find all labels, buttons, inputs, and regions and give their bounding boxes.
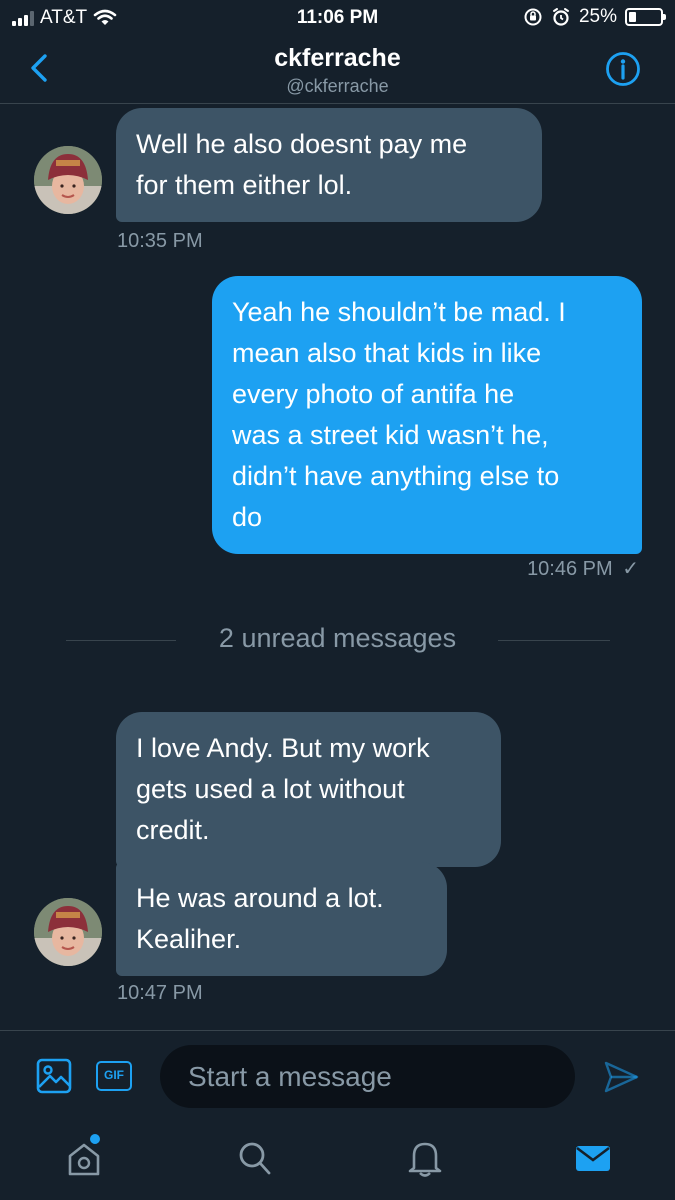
conversation-handle: @ckferrache xyxy=(286,76,389,96)
avatar-photo xyxy=(34,898,102,966)
message-text: every photo of antifa he xyxy=(232,379,515,409)
message-text: for them either lol. xyxy=(136,170,353,200)
avatar[interactable] xyxy=(34,146,102,214)
battery-icon xyxy=(625,8,666,26)
message-text: Kealiher. xyxy=(136,924,242,954)
message-text: Yeah he shouldn’t be mad. I xyxy=(232,297,566,327)
home-icon[interactable] xyxy=(64,1137,104,1179)
message-text: do xyxy=(232,502,263,532)
avatar-photo xyxy=(34,146,102,214)
avatar[interactable] xyxy=(34,898,102,966)
message-text: was a street kid wasn’t he, xyxy=(232,420,549,450)
message-input[interactable] xyxy=(160,1045,575,1108)
message-bubble-incoming[interactable]: He was around a lot. Kealiher. xyxy=(116,862,447,976)
send-icon[interactable] xyxy=(602,1058,640,1096)
unread-divider-right xyxy=(498,640,610,641)
message-timestamp: 10:46 PM ✓ xyxy=(527,556,639,581)
battery-percent: 25% xyxy=(578,6,617,27)
tab-bar xyxy=(0,1125,675,1200)
unread-messages-label: 2 unread messages xyxy=(218,623,457,653)
bell-icon[interactable] xyxy=(405,1137,445,1179)
notification-dot xyxy=(90,1134,100,1144)
message-text: gets used a lot without xyxy=(136,774,405,804)
status-right: 25% xyxy=(523,6,666,28)
gif-button[interactable]: GIF xyxy=(96,1061,132,1091)
conversation-title[interactable]: ckferrache xyxy=(0,44,675,73)
message-composer: GIF xyxy=(0,1030,675,1125)
message-text: Well he also doesnt pay me xyxy=(136,129,468,159)
message-timestamp: 10:47 PM xyxy=(117,982,203,1004)
conversation-header: ckferrache @ckferrache xyxy=(0,36,675,104)
status-bar: AT&T 11:06 PM 25% xyxy=(0,0,675,36)
mail-icon[interactable] xyxy=(573,1137,613,1179)
message-bubble-outgoing[interactable]: Yeah he shouldn’t be mad. I mean also th… xyxy=(212,276,642,554)
message-timestamp: 10:35 PM xyxy=(117,230,203,252)
message-bubble-incoming[interactable]: Well he also doesnt pay me for them eith… xyxy=(116,108,542,222)
image-icon[interactable] xyxy=(36,1058,72,1094)
message-text: I love Andy. But my work xyxy=(136,733,430,763)
sent-check-icon: ✓ xyxy=(622,558,639,580)
search-icon[interactable] xyxy=(234,1137,274,1179)
rotation-lock-icon xyxy=(524,8,542,26)
message-time: 10:46 PM xyxy=(527,558,613,580)
message-text: He was around a lot. xyxy=(136,883,384,913)
message-text: mean also that kids in like xyxy=(232,338,542,368)
message-text: credit. xyxy=(136,815,210,845)
info-button[interactable] xyxy=(605,51,641,87)
message-bubble-incoming[interactable]: I love Andy. But my work gets used a lot… xyxy=(116,712,501,867)
alarm-icon xyxy=(552,8,569,26)
message-text: didn’t have anything else to xyxy=(232,461,560,491)
